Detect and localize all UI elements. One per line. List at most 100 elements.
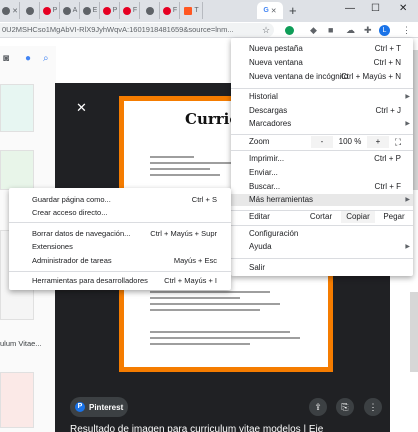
menu-item-more-tools[interactable]: Más herramientas ▶ xyxy=(231,194,413,206)
pinterest-icon xyxy=(122,6,131,15)
menu-item-label: Configuración xyxy=(249,229,299,238)
share-icon[interactable]: ⇪ xyxy=(309,398,327,416)
submenu-item-clear-data[interactable]: Borrar datos de navegación... Ctrl + May… xyxy=(9,228,231,240)
menu-item-help[interactable]: Ayuda ▶ xyxy=(231,241,413,253)
cv-text-line xyxy=(150,343,250,345)
page-icon xyxy=(26,6,34,15)
browser-tab-active[interactable]: G ✕ xyxy=(257,2,283,19)
mic-icon[interactable]: ● xyxy=(25,53,31,64)
submenu-divider xyxy=(9,222,231,223)
menu-item-find[interactable]: Buscar... Ctrl + F xyxy=(231,181,413,193)
result-thumbnail[interactable] xyxy=(0,84,34,132)
close-tab-icon[interactable]: ✕ xyxy=(271,7,277,15)
result-snippet[interactable]: ulum Vitae... xyxy=(0,339,42,348)
menu-item-bookmarks[interactable]: Marcadores ▶ xyxy=(231,118,413,130)
result-thumbnail[interactable] xyxy=(0,372,34,428)
extension-icon[interactable]: ■ xyxy=(328,25,333,35)
menu-item-new-tab[interactable]: Nueva pestaña Ctrl + T xyxy=(231,43,413,55)
browser-tab[interactable]: P xyxy=(41,2,60,19)
menu-item-incognito[interactable]: Nueva ventana de incógnito Ctrl + Mayús … xyxy=(231,71,413,83)
close-tab-icon[interactable]: ✕ xyxy=(12,7,18,15)
browser-tab[interactable]: T xyxy=(181,2,203,19)
camera-icon[interactable]: ◙ xyxy=(3,53,9,64)
new-tab-plus-icon[interactable]: + xyxy=(289,3,297,18)
result-thumbnail[interactable] xyxy=(410,292,418,372)
submenu-item-shortcut: Ctrl + Mayús + I xyxy=(164,276,217,285)
bookmark-star-icon[interactable]: ☆ xyxy=(262,25,270,36)
extension-icon[interactable]: ☁ xyxy=(346,25,355,36)
page-icon xyxy=(82,6,91,15)
paste-button[interactable]: Pegar xyxy=(377,211,411,223)
menu-item-shortcut: Ctrl + Mayús + N xyxy=(340,72,401,81)
menu-divider xyxy=(231,225,413,226)
menu-divider xyxy=(231,134,413,135)
menu-dots-icon[interactable]: ⋮ xyxy=(402,25,411,36)
browser-tab[interactable]: F xyxy=(161,2,180,19)
result-thumbnail[interactable] xyxy=(0,150,34,190)
cv-text-line xyxy=(150,297,240,299)
menu-item-label: Descargas xyxy=(249,106,288,115)
menu-item-history[interactable]: Historial ▶ xyxy=(231,91,413,103)
browser-tab[interactable]: P xyxy=(101,2,120,19)
cv-text-line xyxy=(150,168,210,170)
submenu-item-create-shortcut[interactable]: Crear acceso directo... xyxy=(9,207,231,219)
submenu-item-task-manager[interactable]: Administrador de tareas Mayús + Esc xyxy=(9,255,231,267)
submenu-item-label: Extensiones xyxy=(32,242,73,251)
cv-text-line xyxy=(150,331,290,333)
fullscreen-icon[interactable]: ⛶ xyxy=(391,136,405,148)
menu-item-send[interactable]: Enviar... xyxy=(231,167,413,179)
submenu-item-label: Guardar página como... xyxy=(32,195,111,204)
page-icon xyxy=(2,6,11,15)
cut-button[interactable]: Cortar xyxy=(301,211,341,223)
browser-tab[interactable]: F xyxy=(121,2,140,19)
browser-tab[interactable]: A xyxy=(61,2,80,19)
menu-item-label: Historial xyxy=(249,92,278,101)
submenu-item-label: Crear acceso directo... xyxy=(32,208,108,217)
profile-avatar[interactable]: L xyxy=(379,25,390,36)
pinterest-source-badge[interactable]: P Pinterest xyxy=(70,397,128,417)
minimize-icon[interactable]: — xyxy=(345,3,355,14)
chrome-main-menu: Nueva pestaña Ctrl + T Nueva ventana Ctr… xyxy=(231,38,413,276)
tab-label: P xyxy=(52,7,58,14)
image-caption[interactable]: Resultado de imagen para curriculum vita… xyxy=(70,424,323,432)
submenu-item-shortcut: Ctrl + S xyxy=(191,195,217,204)
submenu-item-extensions[interactable]: Extensiones xyxy=(9,241,231,253)
search-icon[interactable]: ⌕ xyxy=(43,53,49,64)
copy-button[interactable]: Copiar xyxy=(341,211,375,223)
page-icon xyxy=(62,6,71,15)
save-bookmark-icon[interactable]: ⎘ xyxy=(336,398,354,416)
close-viewer-icon[interactable]: ✕ xyxy=(76,100,87,116)
toolbar: 0U2MSHCso1MgAbVI-RlX9JyhWqvA:16019184816… xyxy=(0,22,418,38)
more-options-icon[interactable]: ⋮ xyxy=(364,398,382,416)
submenu-arrow-icon: ▶ xyxy=(405,94,410,100)
cv-text-line xyxy=(150,156,194,158)
browser-tab[interactable]: ✕ xyxy=(1,2,20,19)
menu-item-new-window[interactable]: Nueva ventana Ctrl + N xyxy=(231,57,413,69)
extensions-puzzle-icon[interactable]: ✚ xyxy=(364,25,372,36)
cv-text-line xyxy=(150,174,220,176)
pinterest-icon: P xyxy=(75,402,85,412)
browser-tab[interactable]: E xyxy=(81,2,100,19)
extension-icon[interactable]: ◆ xyxy=(310,25,317,36)
menu-item-shortcut: Ctrl + P xyxy=(374,154,401,163)
zoom-out-button[interactable]: - xyxy=(311,136,333,148)
submenu-item-save-page[interactable]: Guardar página como... Ctrl + S xyxy=(9,194,231,206)
menu-item-settings[interactable]: Configuración xyxy=(231,228,413,240)
menu-item-downloads[interactable]: Descargas Ctrl + J xyxy=(231,105,413,117)
zoom-in-button[interactable]: + xyxy=(367,136,389,148)
menu-item-print[interactable]: Imprimir... Ctrl + P xyxy=(231,153,413,165)
submenu-item-label: Borrar datos de navegación... xyxy=(32,229,131,238)
source-label: Pinterest xyxy=(89,402,124,412)
submenu-arrow-icon: ▶ xyxy=(405,121,410,127)
close-window-icon[interactable]: ✕ xyxy=(399,3,407,14)
cv-text-line xyxy=(150,291,270,293)
submenu-item-dev-tools[interactable]: Herramientas para desarrolladores Ctrl +… xyxy=(9,275,231,287)
browser-tab[interactable] xyxy=(21,2,40,19)
maximize-icon[interactable]: ☐ xyxy=(371,3,380,14)
zoom-level: 100 % xyxy=(338,137,362,146)
extension-icon[interactable] xyxy=(285,26,294,35)
browser-tab[interactable] xyxy=(141,2,160,19)
address-bar[interactable]: 0U2MSHCso1MgAbVI-RlX9JyhWqvA:16019184816… xyxy=(0,23,274,37)
menu-item-exit[interactable]: Salir xyxy=(231,262,413,274)
menu-divider xyxy=(231,88,413,89)
